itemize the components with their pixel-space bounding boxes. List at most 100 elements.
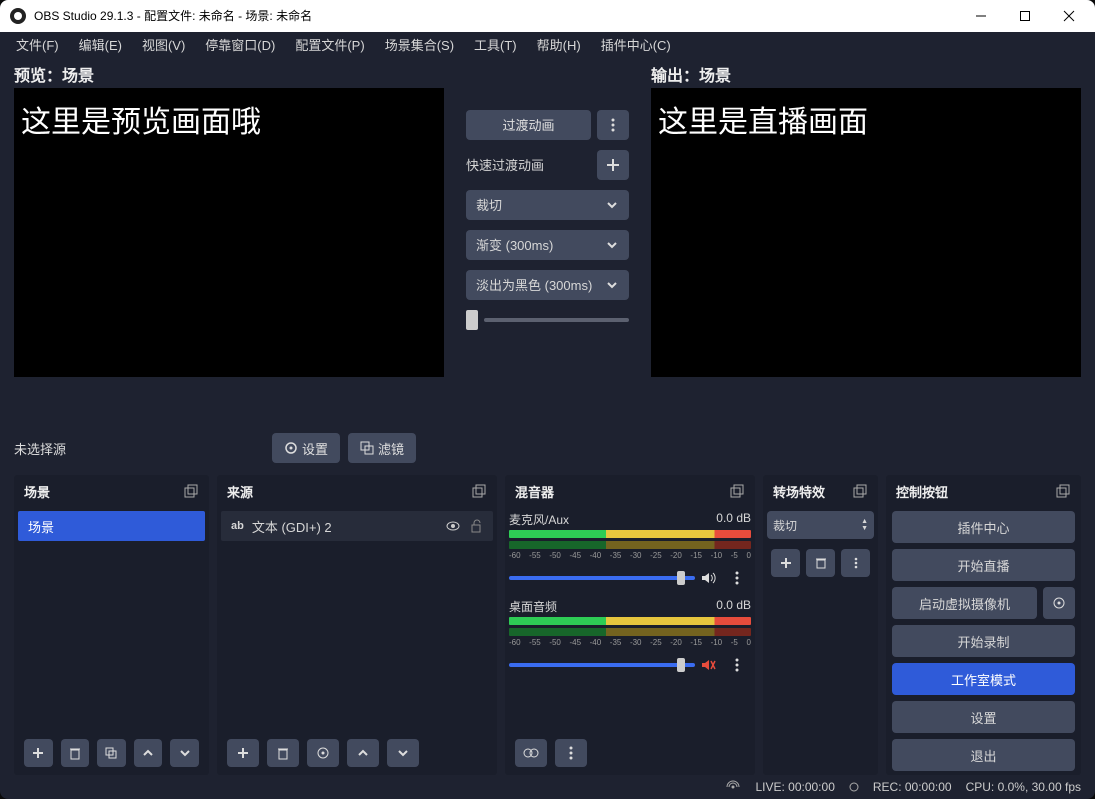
remove-source-button[interactable] [267, 739, 299, 767]
tbar-slider[interactable] [466, 310, 629, 330]
source-list-item[interactable]: ab 文本 (GDI+) 2 [221, 511, 493, 541]
obs-window: OBS Studio 29.1.3 - 配置文件: 未命名 - 场景: 未命名 … [0, 0, 1095, 799]
program-canvas[interactable]: 这里是直播画面 [651, 88, 1081, 377]
menu-edit[interactable]: 编辑(E) [71, 33, 130, 56]
remove-scene-button[interactable] [61, 739, 90, 767]
transition-more-button[interactable] [597, 110, 629, 140]
mixer-advanced-button[interactable] [515, 739, 547, 767]
remove-transition-button[interactable] [806, 549, 835, 577]
properties-button[interactable]: 设置 [272, 433, 340, 463]
volume-slider[interactable] [509, 663, 695, 667]
transitions-panel-title: 转场特效 [773, 482, 825, 501]
menu-dock[interactable]: 停靠窗口(D) [197, 33, 283, 56]
control-button[interactable]: 工作室模式 [892, 663, 1075, 695]
source-up-button[interactable] [347, 739, 379, 767]
statusbar: LIVE: 00:00:00 REC: 00:00:00 CPU: 0.0%, … [0, 775, 1095, 799]
studio-mode-area: 预览：场景 这里是预览画面哦 过渡动画 快速过渡动画 裁切 [0, 58, 1095, 377]
quick-fade-black-select[interactable]: 淡出为黑色 (300ms) [466, 270, 629, 300]
stepper-icon: ▲▼ [861, 518, 868, 532]
meter-ticks: -60-55-50-45-40-35-30-25-20-15-10-50 [509, 551, 751, 560]
control-button[interactable]: 开始直播 [892, 549, 1075, 581]
source-toolbar: 未选择源 设置 滤镜 [0, 427, 1095, 469]
window-title: OBS Studio 29.1.3 - 配置文件: 未命名 - 场景: 未命名 [34, 7, 959, 24]
no-source-selected: 未选择源 [14, 439, 66, 458]
audio-meter [509, 541, 751, 549]
filters-button[interactable]: 滤镜 [348, 433, 416, 463]
menu-scene-collection[interactable]: 场景集合(S) [377, 33, 462, 56]
preview-label: 预览：场景 [14, 62, 444, 86]
source-properties-button[interactable] [307, 739, 339, 767]
quick-fade-select[interactable]: 渐变 (300ms) [466, 230, 629, 260]
rec-status: REC: 00:00:00 [873, 780, 952, 794]
scenes-panel: 场景 场景 [14, 475, 209, 775]
mixer-channel: 麦克风/Aux 0.0 dB -60-55-50-45-40-35-30-25-2… [509, 511, 751, 592]
output-label: 输出：场景 [651, 62, 1081, 86]
menu-profile[interactable]: 配置文件(P) [287, 33, 372, 56]
menu-tools[interactable]: 工具(T) [466, 33, 525, 56]
transitions-panel: 转场特效 裁切 ▲▼ [763, 475, 878, 775]
virtual-cam-button[interactable]: 启动虚拟摄像机 [892, 587, 1037, 619]
transition-props-button[interactable] [841, 549, 870, 577]
controls-panel-title: 控制按钮 [896, 482, 948, 501]
control-button[interactable]: 插件中心 [892, 511, 1075, 543]
scene-up-button[interactable] [134, 739, 163, 767]
live-status: LIVE: 00:00:00 [755, 780, 834, 794]
meter-ticks: -60-55-50-45-40-35-30-25-20-15-10-50 [509, 638, 751, 647]
mute-button[interactable] [701, 571, 717, 585]
transition-select[interactable]: 裁切 ▲▼ [767, 511, 874, 539]
transition-button[interactable]: 过渡动画 [466, 110, 591, 140]
channel-db: 0.0 dB [716, 598, 751, 615]
audio-meter [509, 628, 751, 636]
close-button[interactable] [1047, 0, 1091, 32]
scene-list-item[interactable]: 场景 [18, 511, 205, 541]
minimize-button[interactable] [959, 0, 1003, 32]
mute-button[interactable] [701, 658, 717, 672]
channel-more-button[interactable] [723, 564, 751, 592]
popout-icon[interactable] [729, 483, 745, 499]
obs-logo-icon [10, 8, 26, 24]
controls-panel: 控制按钮 插件中心开始直播启动虚拟摄像机 开始录制工作室模式设置退出 [886, 475, 1081, 775]
scene-filters-button[interactable] [97, 739, 126, 767]
audio-meter [509, 530, 751, 538]
channel-name: 麦克风/Aux [509, 511, 569, 528]
popout-icon[interactable] [471, 483, 487, 499]
sources-panel: 来源 ab 文本 (GDI+) 2 [217, 475, 497, 775]
popout-icon[interactable] [183, 483, 199, 499]
menu-file[interactable]: 文件(F) [8, 33, 67, 56]
cpu-status: CPU: 0.0%, 30.00 fps [966, 780, 1081, 794]
control-button[interactable]: 退出 [892, 739, 1075, 771]
add-source-button[interactable] [227, 739, 259, 767]
menu-plugins[interactable]: 插件中心(C) [593, 33, 679, 56]
maximize-button[interactable] [1003, 0, 1047, 32]
add-quick-transition-button[interactable] [597, 150, 629, 180]
preview-canvas[interactable]: 这里是预览画面哦 [14, 88, 444, 377]
volume-slider[interactable] [509, 576, 695, 580]
text-source-icon: ab [231, 520, 244, 532]
control-button[interactable]: 开始录制 [892, 625, 1075, 657]
visibility-toggle-icon[interactable] [445, 518, 461, 534]
virtual-cam-settings-button[interactable] [1043, 587, 1075, 619]
menubar: 文件(F) 编辑(E) 视图(V) 停靠窗口(D) 配置文件(P) 场景集合(S… [0, 32, 1095, 58]
channel-db: 0.0 dB [716, 511, 751, 528]
dock-panels: 场景 场景 来源 ab [0, 469, 1095, 775]
channel-name: 桌面音频 [509, 598, 557, 615]
scenes-panel-title: 场景 [24, 482, 50, 501]
lock-toggle-icon[interactable] [469, 519, 483, 533]
quick-cut-select[interactable]: 裁切 [466, 190, 629, 220]
mixer-more-button[interactable] [555, 739, 587, 767]
source-down-button[interactable] [387, 739, 419, 767]
add-scene-button[interactable] [24, 739, 53, 767]
titlebar: OBS Studio 29.1.3 - 配置文件: 未命名 - 场景: 未命名 [0, 0, 1095, 32]
add-transition-button[interactable] [771, 549, 800, 577]
scene-down-button[interactable] [170, 739, 199, 767]
mixer-panel-title: 混音器 [515, 482, 554, 501]
menu-help[interactable]: 帮助(H) [529, 33, 589, 56]
connection-icon [725, 780, 741, 794]
channel-more-button[interactable] [723, 651, 751, 679]
control-button[interactable]: 设置 [892, 701, 1075, 733]
sources-panel-title: 来源 [227, 482, 253, 501]
popout-icon[interactable] [852, 483, 868, 499]
popout-icon[interactable] [1055, 483, 1071, 499]
menu-view[interactable]: 视图(V) [134, 33, 193, 56]
audio-meter [509, 617, 751, 625]
